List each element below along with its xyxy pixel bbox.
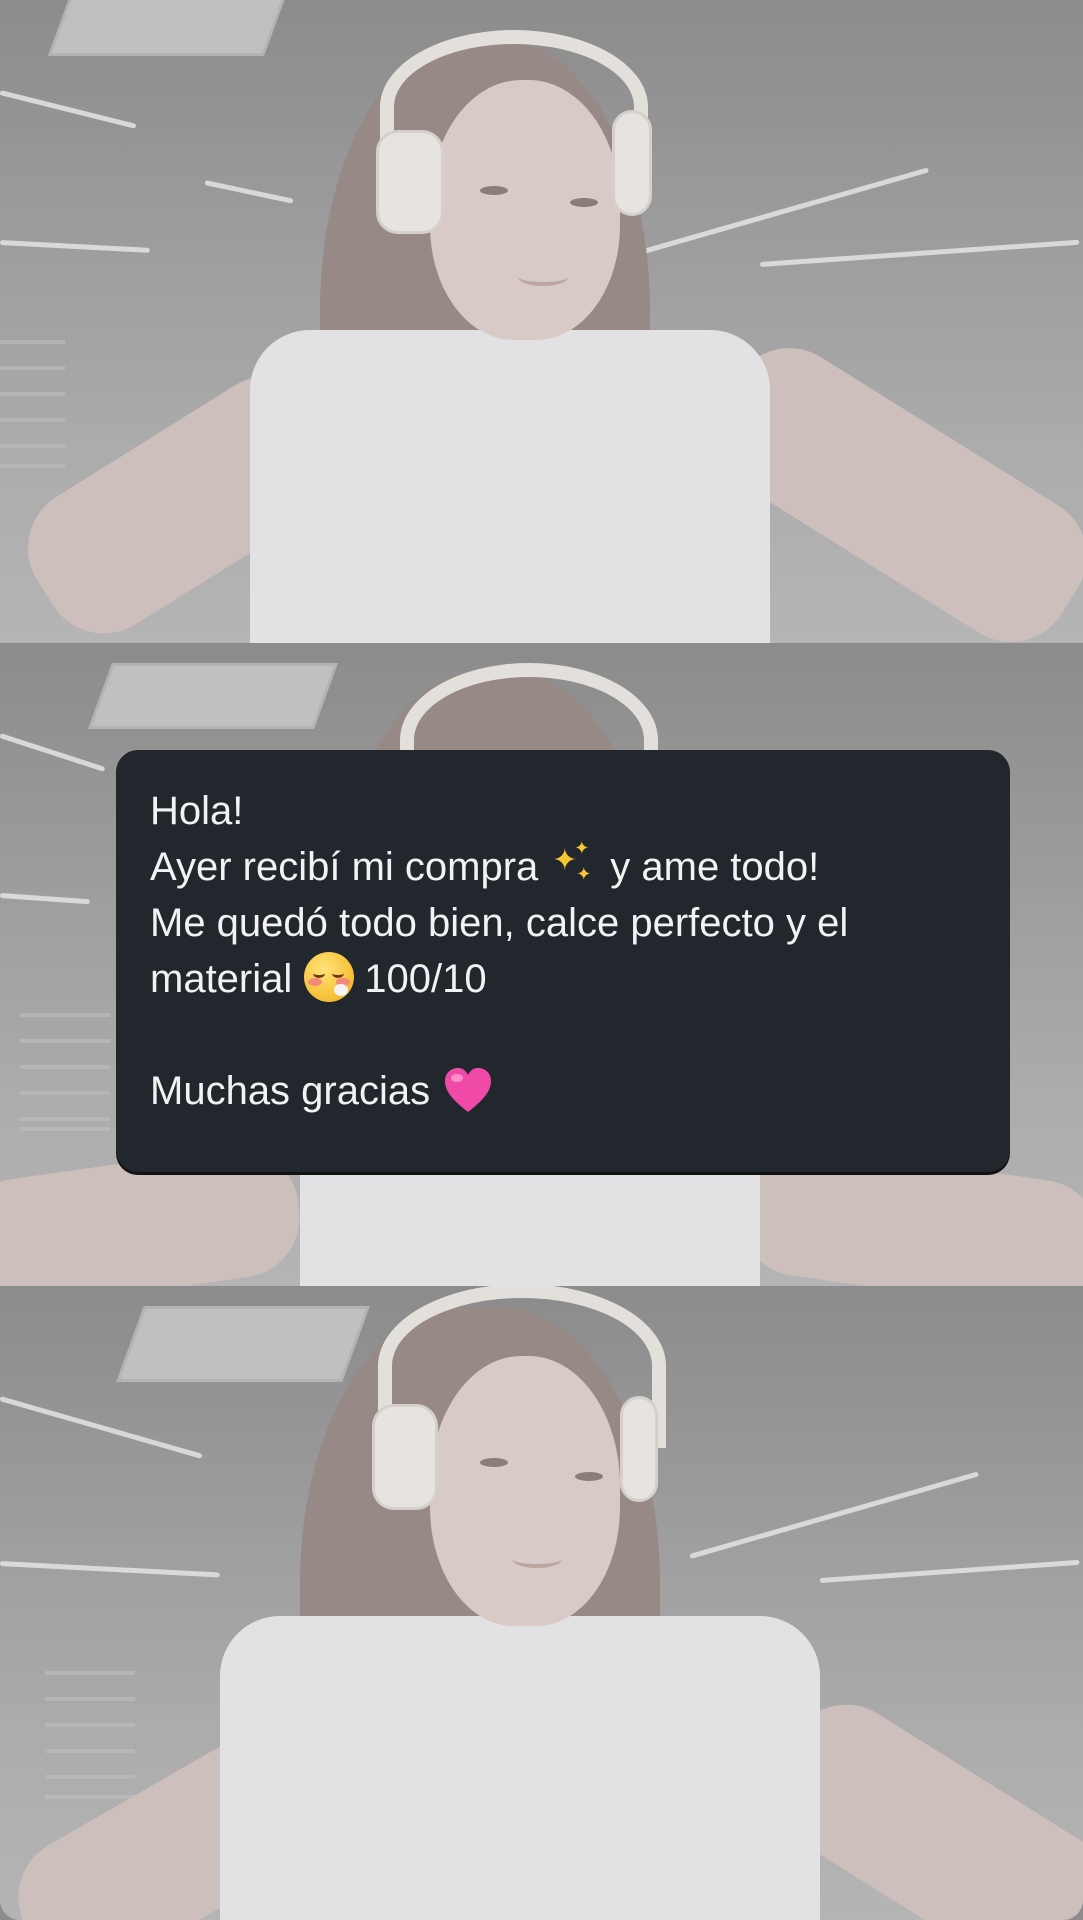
message-line-thanks: Muchas gracias xyxy=(150,1063,975,1119)
photo-overlay xyxy=(0,0,1083,643)
message-text: y ame todo! xyxy=(610,845,820,889)
message-line-greeting: Hola! xyxy=(150,789,244,833)
message-text: Muchas gracias xyxy=(150,1069,431,1113)
photo-overlay xyxy=(0,1286,1083,1920)
message-text: 100/10 xyxy=(364,957,487,1001)
message-line-material: material 100/10 xyxy=(150,951,975,1007)
message-line-purchase: Ayer recibí mi compra ✦ ✦ ✦ y ame todo! xyxy=(150,839,975,895)
background-photo-bottom xyxy=(0,1286,1083,1920)
face-exhaling-icon xyxy=(304,952,355,1003)
message-line-fit: Me quedó todo bien, calce perfecto y el xyxy=(150,901,849,945)
message-text: material xyxy=(150,957,293,1001)
pink-heart-icon xyxy=(442,1065,494,1117)
message-text: Ayer recibí mi compra xyxy=(150,845,539,889)
background-photo-top xyxy=(0,0,1083,643)
story-view[interactable]: Hola! Ayer recibí mi compra ✦ ✦ ✦ y ame todo… xyxy=(0,0,1083,1920)
sparkles-icon: ✦ ✦ ✦ xyxy=(552,838,592,886)
message-screenshot-card: Hola! Ayer recibí mi compra ✦ ✦ ✦ y ame todo… xyxy=(116,750,1010,1172)
